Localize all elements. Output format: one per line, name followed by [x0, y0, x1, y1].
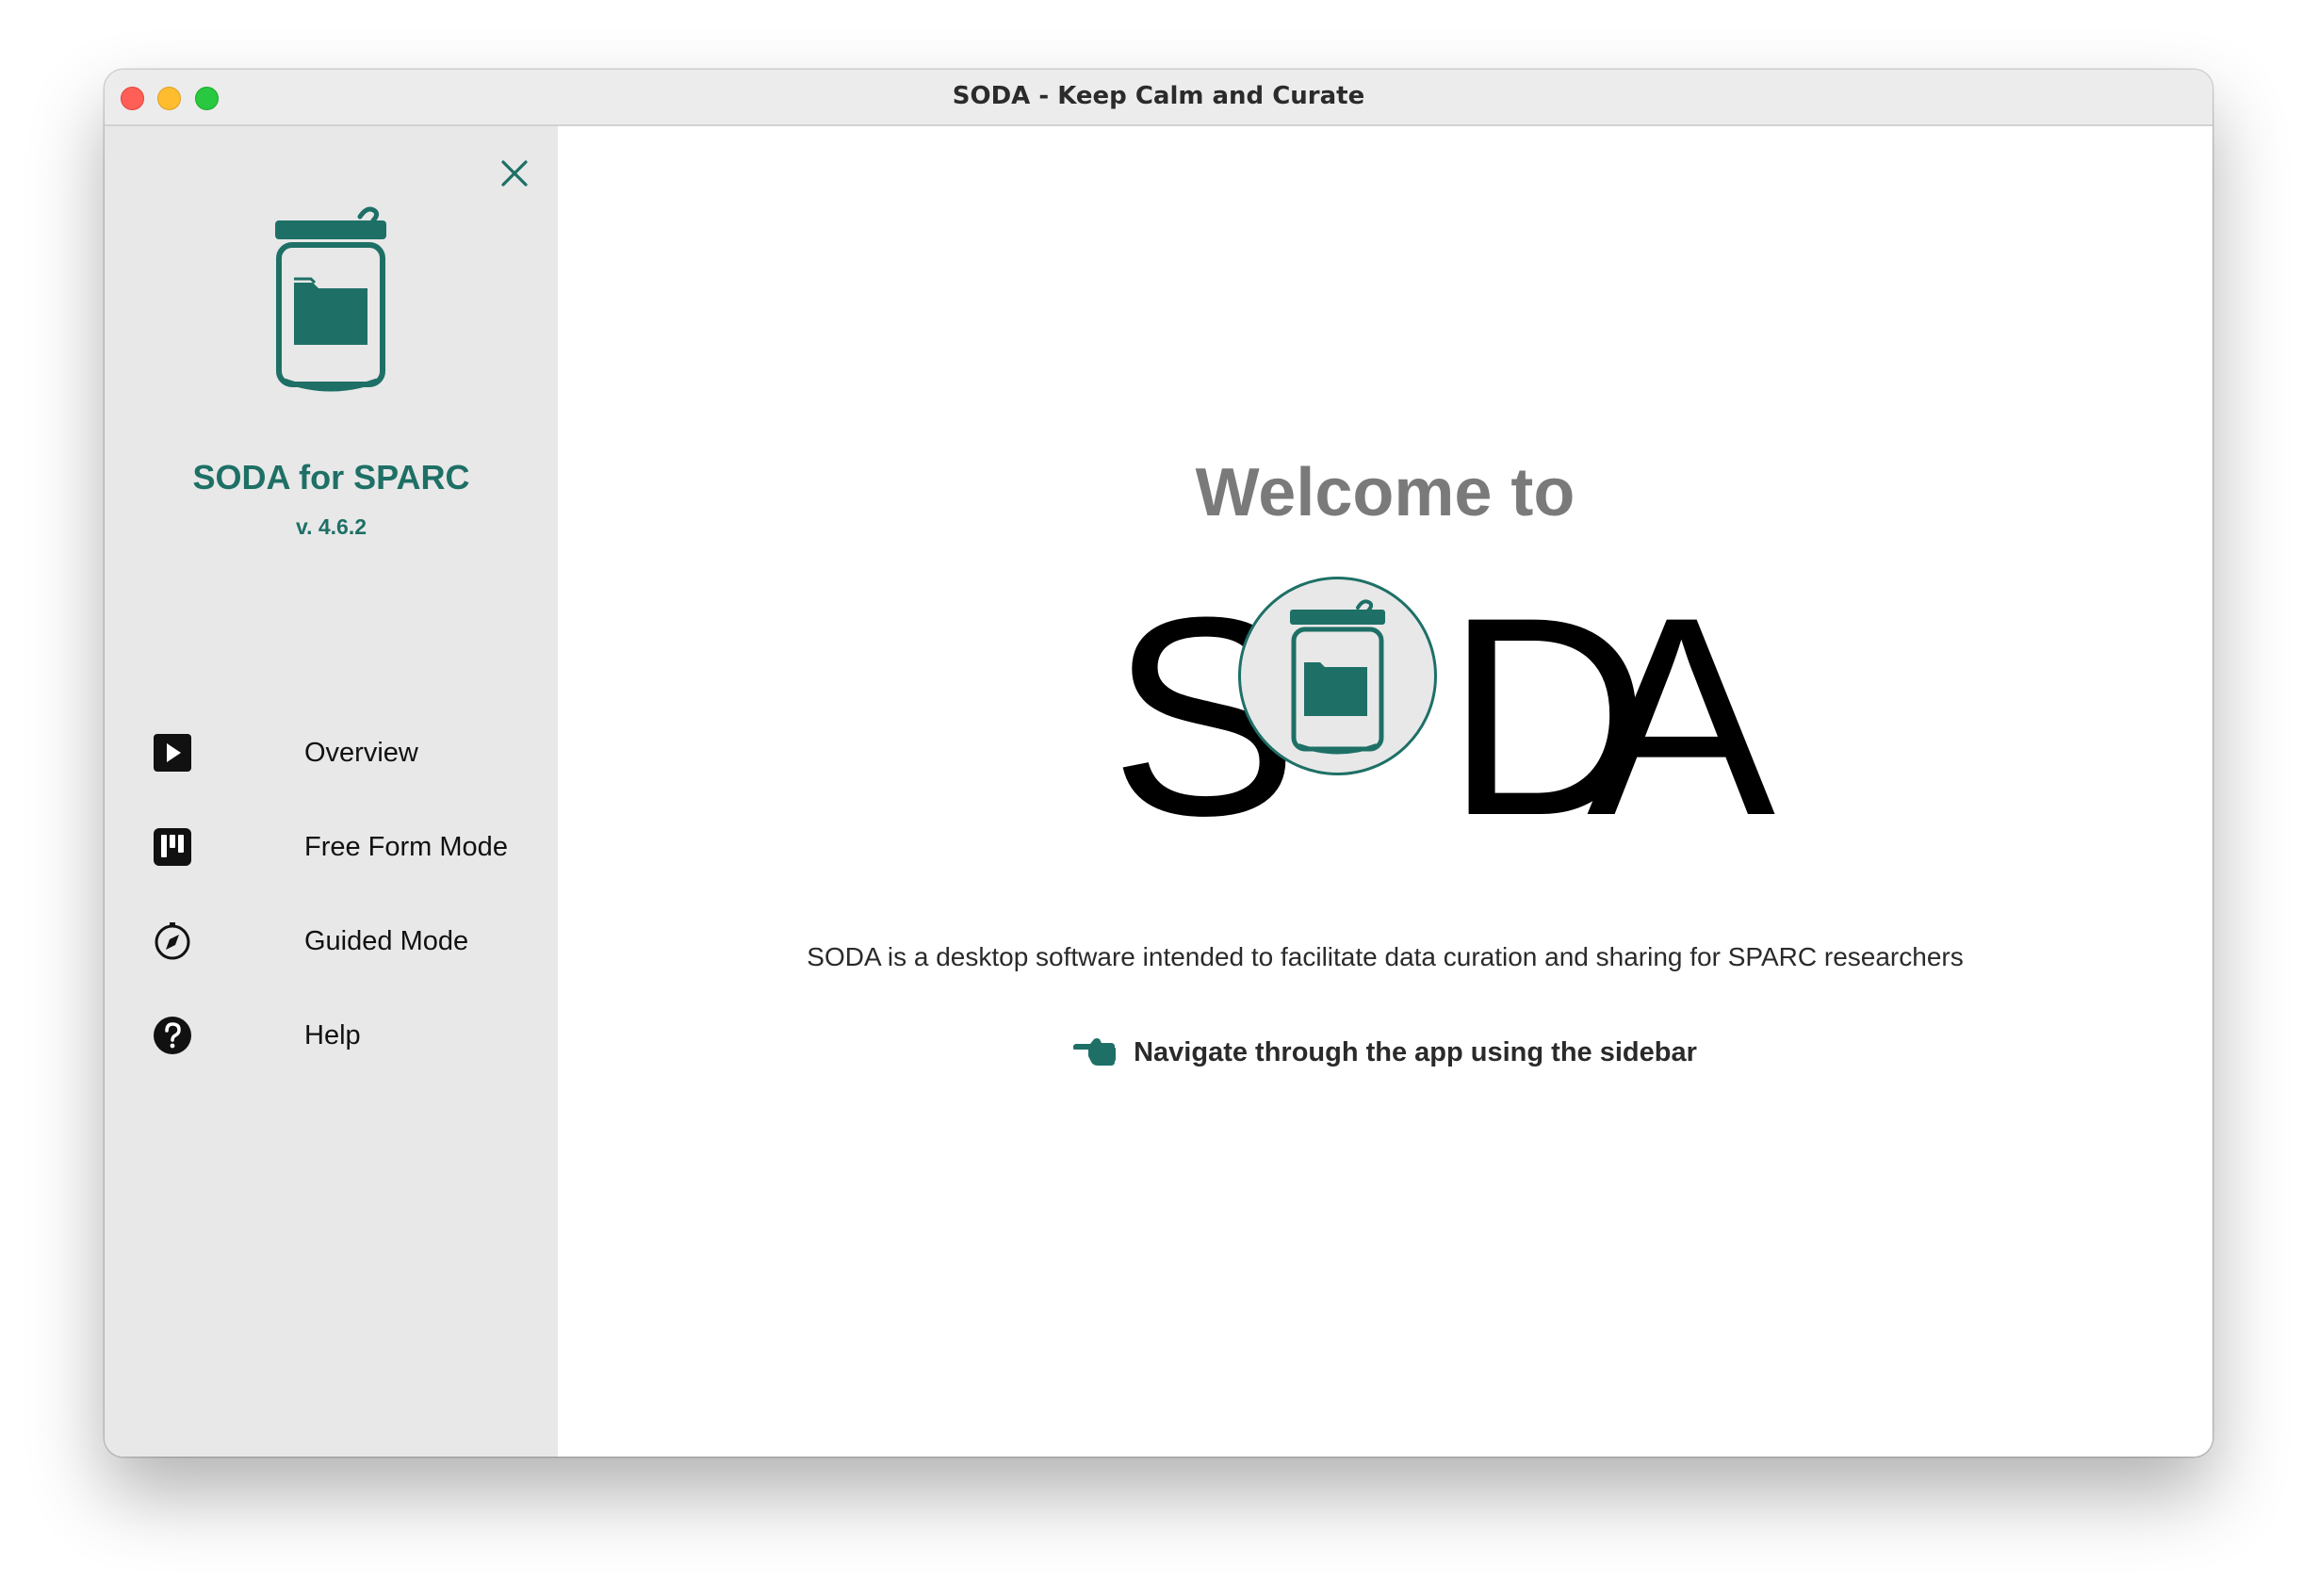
sidebar-item-label: Free Form Mode	[304, 831, 508, 862]
sidebar-item-help[interactable]: Help	[152, 998, 538, 1073]
welcome-heading: Welcome to	[1195, 455, 1575, 530]
sidebar-item-label: Help	[304, 1019, 361, 1050]
close-icon	[501, 160, 528, 187]
sidebar-item-label: Overview	[304, 737, 418, 768]
navigation-hint-text: Navigate through the app using the sideb…	[1134, 1036, 1697, 1067]
sidebar: SODA for SPARC v. 4.6.2 Overview Free Fo…	[105, 126, 558, 1457]
main-content: Welcome to S D A SODA is a desktop softw…	[558, 126, 2212, 1457]
question-circle-icon	[152, 1015, 193, 1056]
play-square-icon	[152, 732, 193, 774]
kanban-board-icon	[152, 826, 193, 868]
pointing-hand-icon	[1073, 1038, 1117, 1066]
sidebar-item-free-form-mode[interactable]: Free Form Mode	[152, 809, 538, 885]
brand-o-circle	[1238, 577, 1437, 775]
navigation-hint: Navigate through the app using the sideb…	[558, 1036, 2212, 1068]
app-window: SODA - Keep Calm and Curate SODA for SPA…	[105, 70, 2212, 1457]
soda-brand-logo: S D A	[1110, 575, 1775, 895]
app-description: SODA is a desktop software intended to f…	[807, 942, 1964, 971]
brand-letter-a: A	[1587, 558, 1776, 874]
sidebar-item-guided-mode[interactable]: Guided Mode	[152, 904, 538, 979]
soda-can-logo-icon	[275, 206, 386, 392]
sidebar-close-button[interactable]	[496, 155, 533, 192]
compass-icon	[152, 920, 193, 962]
sidebar-item-overview[interactable]: Overview	[152, 715, 538, 790]
app-name: SODA for SPARC	[192, 458, 470, 497]
sidebar-item-label: Guided Mode	[304, 925, 469, 956]
app-version: v. 4.6.2	[295, 514, 367, 539]
title-bar[interactable]: SODA - Keep Calm and Curate	[105, 70, 2212, 126]
window-title: SODA - Keep Calm and Curate	[952, 82, 1365, 110]
soda-can-logo-icon	[1290, 599, 1385, 755]
